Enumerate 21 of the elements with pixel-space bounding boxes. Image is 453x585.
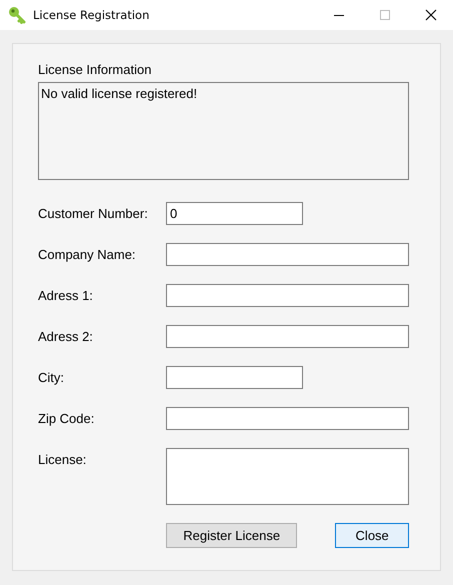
dialog-button[interactable]: Close	[335, 523, 409, 548]
license-info-box: No valid license registered!	[38, 82, 409, 180]
window-title: License Registration	[33, 8, 150, 22]
dialog-button[interactable]: Register License	[166, 523, 298, 548]
field-label: Zip Code:	[38, 410, 96, 426]
field-label: Adress 1:	[38, 287, 94, 303]
field-label: City:	[38, 369, 65, 385]
input-field[interactable]	[166, 407, 409, 430]
input-field[interactable]	[166, 243, 409, 266]
key-icon	[8, 6, 26, 24]
input-field[interactable]	[166, 366, 303, 389]
field-label: Adress 2:	[38, 328, 94, 344]
field-label: Customer Number:	[38, 205, 149, 221]
input-field[interactable]	[166, 325, 409, 348]
field-label: Company Name:	[38, 246, 137, 262]
section-label: License Information	[38, 62, 152, 79]
input-field[interactable]	[166, 284, 409, 307]
input-field[interactable]: 0	[166, 202, 303, 225]
field-label: License:	[38, 451, 88, 467]
input-field[interactable]	[166, 448, 409, 505]
close-icon[interactable]	[425, 9, 437, 21]
